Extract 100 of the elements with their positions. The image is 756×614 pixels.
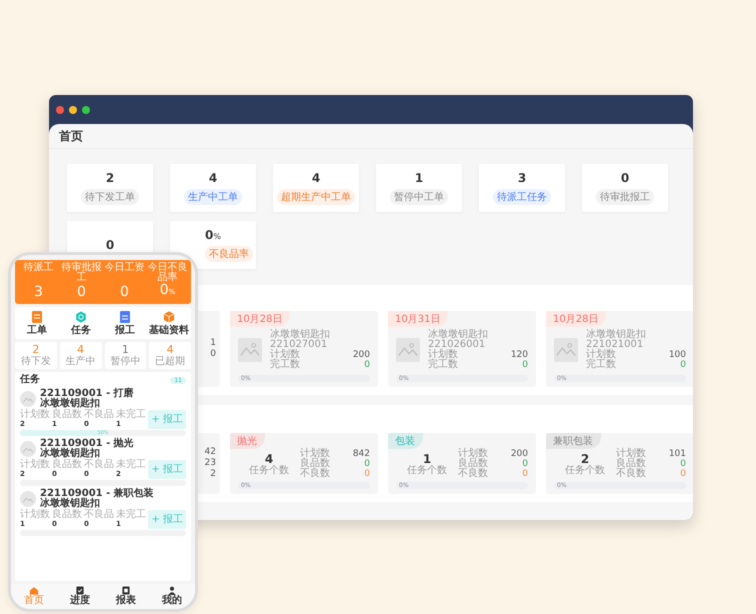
field-value: 120	[510, 350, 528, 360]
document-icon	[119, 310, 131, 324]
product-name: 冰墩墩钥匙扣	[40, 399, 100, 409]
process-tag: 抛光	[230, 433, 265, 449]
image-placeholder-icon	[396, 338, 420, 362]
product-name: 冰墩墩钥匙扣	[40, 499, 100, 509]
shortcut-item[interactable]: 任务	[59, 310, 103, 336]
stat-value: 3	[518, 171, 526, 185]
date-tag: 10月28日	[546, 311, 606, 327]
field-label: 良品数	[616, 459, 646, 469]
minimize-dot-icon[interactable]	[69, 106, 77, 114]
task-count-label: 任务个数	[407, 466, 447, 476]
field-value: 0	[522, 360, 528, 370]
task-title: 221109001 - 兼职包装	[40, 489, 154, 499]
field-value: 0	[680, 459, 686, 469]
field-value: 200	[510, 449, 528, 459]
product-name: 冰墩墩钥匙扣	[40, 449, 100, 459]
stat-label: 超期生产中工单	[277, 189, 355, 205]
order-code: 221021001	[586, 340, 644, 350]
stat-label: 不良品	[84, 510, 114, 520]
stat-label: 良品数	[52, 410, 82, 420]
nav-tab[interactable]: 我的	[149, 586, 195, 606]
nav-tab[interactable]: 报表	[103, 586, 149, 606]
shortcut-item[interactable]: 工单	[15, 310, 59, 336]
stat-label: 未完工	[116, 460, 146, 470]
field-value: 0	[364, 360, 370, 370]
process-tag: 包装	[388, 433, 423, 449]
summary-label: 待派工	[24, 263, 54, 273]
process-value: 23	[204, 458, 216, 469]
product-name: 冰墩墩钥匙扣	[586, 330, 647, 340]
summary-value: 0	[77, 285, 86, 300]
field-label: 完工数	[270, 360, 300, 370]
date-tag: 10月28日	[230, 311, 290, 327]
process-value: 42	[204, 447, 216, 458]
count-value: 4	[77, 344, 84, 356]
task-count: 2	[580, 452, 590, 466]
maximize-dot-icon[interactable]	[82, 106, 90, 114]
field-label: 完工数	[428, 360, 458, 370]
stat-value: 4	[312, 171, 320, 185]
order-code: 221027001	[270, 340, 328, 350]
summary-value: 3	[34, 285, 43, 300]
stat-label: 暂停中工单	[390, 189, 448, 205]
stat-label: 不良品率	[205, 246, 253, 262]
field-label: 不良数	[616, 469, 646, 479]
field-label: 计划数	[428, 350, 458, 360]
field-value: 101	[668, 449, 686, 459]
stat-value: 0%	[205, 228, 221, 242]
product-name: 冰墩墩钥匙扣	[428, 330, 489, 340]
home-icon	[29, 586, 39, 595]
task-count-label: 任务个数	[249, 466, 289, 476]
field-label: 完工数	[586, 360, 616, 370]
product-name: 冰墩墩钥匙扣	[270, 330, 331, 340]
count-label: 待下发	[20, 356, 51, 367]
stat-label: 良品数	[52, 510, 82, 520]
field-value: 0	[364, 469, 370, 479]
stat-label: 待派工任务	[493, 189, 551, 205]
summary-label: 今日不良品率	[146, 263, 188, 283]
order-value: 1	[210, 338, 216, 349]
process-value: 2	[210, 469, 216, 480]
shortcut-item[interactable]: 基础资料	[147, 310, 191, 336]
stat-value: 0	[106, 238, 114, 252]
stat-value: 4	[208, 171, 218, 185]
nav-tab[interactable]: 进度	[57, 586, 103, 606]
stat-label: 不良品	[84, 410, 114, 420]
stat-label: 生产中工单	[184, 189, 242, 205]
stat-label: 计划数	[20, 410, 50, 420]
image-placeholder-icon	[20, 391, 36, 407]
field-label: 计划数	[300, 449, 330, 459]
stat-value: 0	[620, 171, 630, 185]
image-placeholder-icon	[20, 441, 36, 457]
count-value: 4	[166, 344, 174, 356]
field-label: 计划数	[458, 449, 488, 459]
shortcut-item[interactable]: 报工	[103, 310, 147, 336]
stat-label: 待下发工单	[81, 189, 139, 205]
count-label: 已超期	[155, 356, 186, 367]
stat-label: 待审批报工	[596, 189, 654, 205]
count-value: 2	[32, 344, 40, 356]
order-value: 0	[210, 349, 216, 360]
stat-label: 计划数	[20, 460, 50, 470]
order-code: 221026001	[428, 340, 486, 350]
field-value: 0	[680, 360, 686, 370]
stat-label: 未完工	[116, 410, 146, 420]
field-label: 计划数	[586, 350, 616, 360]
count-label: 生产中	[66, 356, 96, 367]
task-count: 4	[264, 452, 274, 466]
close-dot-icon[interactable]	[56, 106, 64, 114]
stat-label: 良品数	[52, 460, 82, 470]
stat-value: 1	[414, 171, 424, 185]
count-label: 暂停中	[110, 356, 140, 367]
field-value: 0	[522, 459, 528, 469]
field-label: 良品数	[458, 459, 488, 469]
process-tag: 兼职包装	[546, 433, 601, 449]
clipboard-icon	[31, 310, 43, 324]
field-value: 0	[680, 469, 686, 479]
summary-label: 今日工资	[104, 263, 144, 273]
field-value: 0	[522, 469, 528, 479]
image-placeholder-icon	[20, 491, 36, 507]
stat-value: 2	[106, 171, 114, 185]
field-label: 计划数	[270, 350, 300, 360]
cube-icon	[163, 310, 175, 324]
